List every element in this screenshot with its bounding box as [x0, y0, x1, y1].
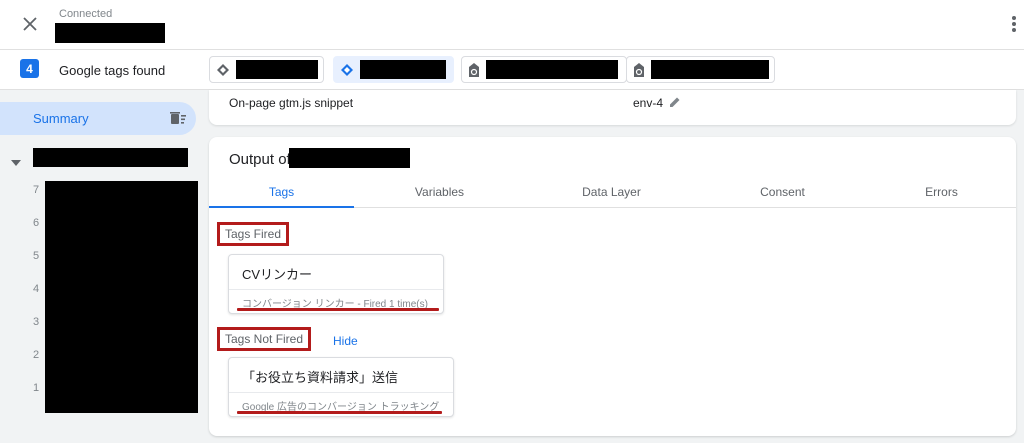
container-chip-1[interactable] [209, 56, 324, 83]
fired-tag-card[interactable]: CVリンカー コンバージョン リンカー - Fired 1 time(s) [228, 254, 444, 314]
google-tag-icon [469, 62, 479, 77]
edit-icon[interactable] [669, 95, 681, 113]
tags-fired-heading: Tags Fired [217, 222, 290, 246]
top-bar: Connected [0, 0, 1024, 50]
event-number: 7 [33, 184, 40, 196]
container-info-card: On-page gtm.js snippet env-4 [209, 90, 1016, 125]
not-fired-tag-card[interactable]: 「お役立ち資料請求」送信 Google 広告のコンバージョン トラッキング [228, 357, 454, 417]
tag-count-badge: 4 [20, 59, 39, 78]
tags-found-bar: 4 Google tags found [0, 50, 1024, 90]
output-tabs: Tags Variables Data Layer Consent Errors [209, 177, 1016, 208]
tab-tags[interactable]: Tags [209, 177, 354, 208]
gtm-diamond-icon [341, 63, 353, 76]
card-divider [229, 289, 443, 290]
tag-id-redacted [486, 60, 618, 79]
highlight-underline [237, 411, 442, 414]
snippet-label: On-page gtm.js snippet [229, 96, 354, 110]
event-number: 5 [33, 250, 40, 262]
output-card: Output of Tags Variables Data Layer Cons… [209, 137, 1016, 436]
tag-name: 「お役立ち資料請求」送信 [242, 370, 399, 385]
container-id-redacted [360, 60, 446, 79]
google-tag-chip-1[interactable] [461, 56, 627, 83]
delete-sweep-icon[interactable] [170, 111, 186, 130]
tab-data-layer[interactable]: Data Layer [539, 177, 684, 208]
tags-found-label: Google tags found [59, 63, 166, 78]
google-tag-chip-2[interactable] [626, 56, 775, 83]
tab-variables[interactable]: Variables [367, 177, 512, 208]
more-vert-icon[interactable] [1008, 14, 1020, 34]
close-icon [23, 17, 37, 31]
tab-errors[interactable]: Errors [869, 177, 1014, 208]
chevron-down-icon[interactable] [11, 153, 21, 171]
hide-link[interactable]: Hide [333, 334, 358, 348]
output-event-redacted [289, 148, 410, 168]
google-tag-icon [634, 62, 644, 77]
output-title: Output of [229, 151, 291, 168]
tab-consent[interactable]: Consent [710, 177, 855, 208]
event-list-redacted[interactable] [45, 181, 198, 413]
page-url-redacted[interactable] [33, 148, 188, 167]
event-number: 2 [33, 349, 40, 361]
event-sidebar: Summary 7 6 5 4 3 2 1 [0, 90, 200, 443]
tag-name: CVリンカー [242, 267, 313, 282]
container-chip-2[interactable] [333, 56, 454, 83]
close-button[interactable] [17, 11, 43, 37]
tag-id-redacted [651, 60, 769, 79]
event-number: 6 [33, 217, 40, 229]
highlight-underline [237, 308, 439, 311]
sidebar-item-summary[interactable]: Summary [0, 102, 196, 135]
event-number: 1 [33, 382, 40, 394]
card-divider [229, 392, 453, 393]
connected-site-name-redacted [55, 23, 165, 43]
connection-status: Connected [59, 8, 113, 20]
event-number: 3 [33, 316, 40, 328]
environment-value: env-4 [633, 96, 664, 110]
gtm-diamond-icon [217, 63, 229, 76]
event-number: 4 [33, 283, 40, 295]
tags-not-fired-heading: Tags Not Fired [217, 327, 312, 351]
container-id-redacted [236, 60, 318, 79]
summary-label: Summary [33, 111, 89, 126]
